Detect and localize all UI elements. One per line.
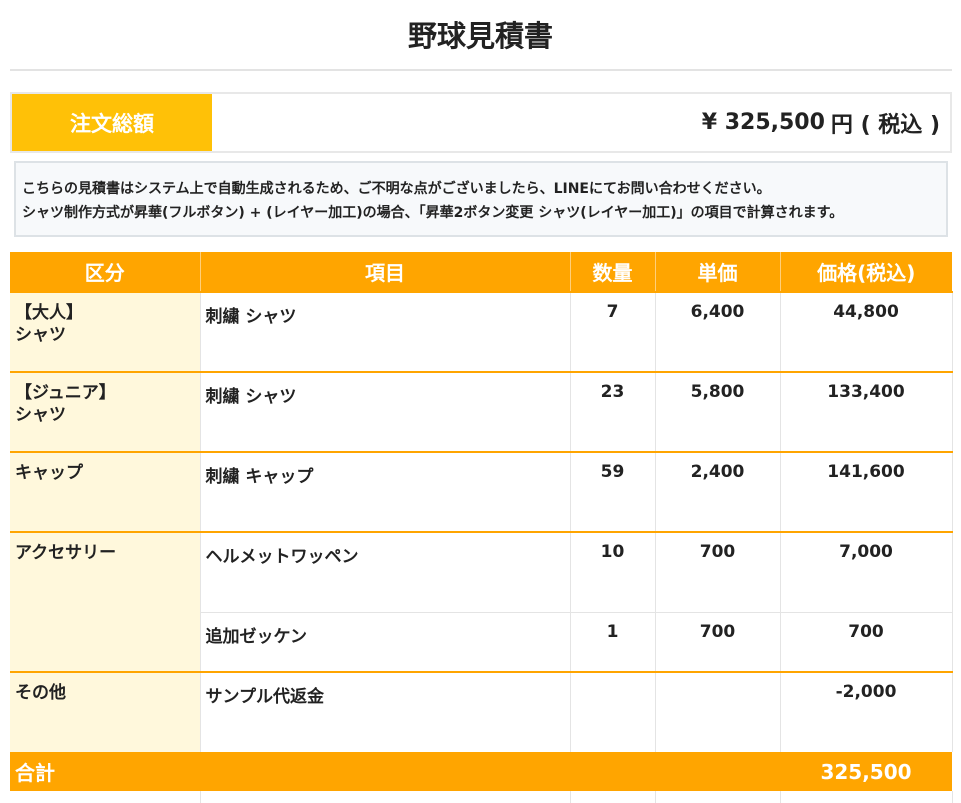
title-divider <box>10 69 952 71</box>
category-cell: 【大人】 シャツ <box>10 291 201 372</box>
category-line: シャツ <box>15 325 66 345</box>
price-cell: 133,400 <box>780 371 953 452</box>
price-cell: -2,000 <box>780 671 953 752</box>
header-unit-price: 単価 <box>655 252 781 292</box>
table-header-row: 区分 項目 数量 単価 価格(税込) <box>10 252 952 292</box>
unit-price-cell: 5,800 <box>655 371 781 452</box>
tail-cell <box>200 791 571 803</box>
table-row: その他 サンプル代返金 -2,000 <box>10 671 953 752</box>
total-row-label: 合計 <box>10 752 780 791</box>
category-line: 【ジュニア】 <box>15 383 116 403</box>
unit-price-cell: 700 <box>655 611 781 672</box>
header-quantity: 数量 <box>570 252 656 292</box>
item-cell: ヘルメットワッペン <box>200 531 571 612</box>
unit-price-cell: 700 <box>655 531 781 612</box>
header-price: 価格(税込) <box>780 252 952 292</box>
category-cell: キャップ <box>10 451 201 532</box>
price-cell: 7,000 <box>780 531 953 612</box>
item-cell: 刺繍 シャツ <box>200 291 571 372</box>
table-row: キャップ 刺繍 キャップ 59 2,400 141,600 <box>10 451 953 532</box>
total-row: 合計 325,500 <box>10 752 952 791</box>
quantity-cell: 1 <box>570 611 656 672</box>
notice-box: こちらの見積書はシステム上で自動生成されるため、ご不明な点がございましたら、LI… <box>14 161 948 237</box>
category-cell: その他 <box>10 671 201 752</box>
item-cell: 刺繍 シャツ <box>200 371 571 452</box>
item-cell: 刺繍 キャップ <box>200 451 571 532</box>
tail-cell <box>10 791 201 803</box>
order-total-label: 注文総額 <box>12 94 212 151</box>
tail-cell <box>655 791 781 803</box>
page-title: 野球見積書 <box>407 19 553 53</box>
quantity-cell: 23 <box>570 371 656 452</box>
unit-price-cell: 6,400 <box>655 291 781 372</box>
total-row-value: 325,500 <box>780 752 952 791</box>
order-total-amount: ¥ 325,500 <box>701 110 825 135</box>
price-cell: 700 <box>780 611 953 672</box>
estimate-table: 区分 項目 数量 単価 価格(税込) 【大人】 シャツ 刺繍 シャツ 7 6,4… <box>10 252 953 803</box>
table-row: 【大人】 シャツ 刺繍 シャツ 7 6,400 44,800 <box>10 291 953 372</box>
quantity-cell: 7 <box>570 291 656 372</box>
quantity-cell: 59 <box>570 451 656 532</box>
order-total-value: ¥ 325,500 円 ( 税込 ) <box>212 94 950 151</box>
category-line: シャツ <box>15 405 66 425</box>
quantity-cell <box>570 671 656 752</box>
item-cell: 追加ゼッケン <box>200 611 571 672</box>
header-item: 項目 <box>200 252 571 292</box>
category-line: 【大人】 <box>15 303 83 323</box>
quantity-cell: 10 <box>570 531 656 612</box>
price-cell: 44,800 <box>780 291 953 372</box>
category-cell: 【ジュニア】 シャツ <box>10 371 201 452</box>
table-row: 【ジュニア】 シャツ 刺繍 シャツ 23 5,800 133,400 <box>10 371 953 452</box>
notice-line-2: シャツ制作方式が昇華(フルボタン) + (レイヤー加工)の場合、「昇華2ボタン変… <box>22 205 844 221</box>
tail-cell <box>570 791 656 803</box>
notice-line-1: こちらの見積書はシステム上で自動生成されるため、ご不明な点がございましたら、LI… <box>22 181 771 197</box>
price-cell: 141,600 <box>780 451 953 532</box>
tail-cell <box>780 791 953 803</box>
unit-price-cell: 2,400 <box>655 451 781 532</box>
order-total-suffix: 円 ( 税込 ) <box>830 112 940 138</box>
table-row: アクセサリー ヘルメットワッペン 10 700 7,000 <box>10 531 953 672</box>
table-tail-row <box>10 791 953 803</box>
category-cell: アクセサリー <box>10 531 201 672</box>
header-category: 区分 <box>10 252 201 292</box>
unit-price-cell <box>655 671 781 752</box>
order-total-box: 注文総額 ¥ 325,500 円 ( 税込 ) <box>10 92 952 153</box>
item-cell: サンプル代返金 <box>200 671 571 752</box>
